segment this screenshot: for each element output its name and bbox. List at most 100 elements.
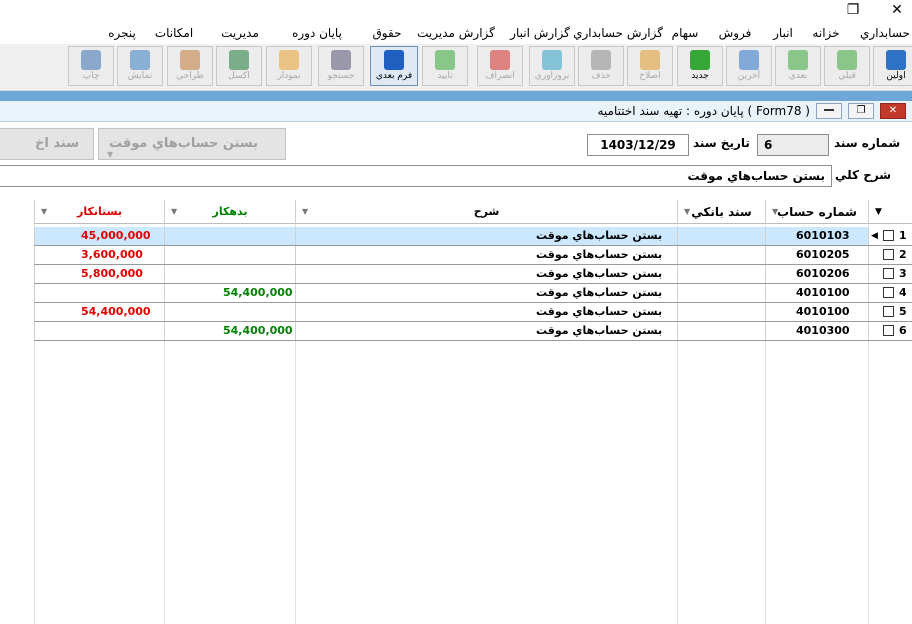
table-row[interactable]: 5,800,000 بستن حساب‌هاي موقت 6010206 3 [34, 265, 912, 284]
toolbar-button[interactable]: اصلاح [627, 46, 673, 86]
window-frame-strip [0, 91, 912, 101]
credit-cell: 54,400,000 [34, 303, 164, 321]
description-cell: بستن حساب‌هاي موقت [295, 303, 677, 321]
credit-cell [34, 322, 164, 340]
toolbar-button[interactable]: جستجو [318, 46, 364, 86]
table-row[interactable]: 54,400,000 بستن حساب‌هاي موقت 4010100 5 [34, 303, 912, 322]
row-checkbox[interactable] [883, 325, 894, 336]
toolbar-button[interactable]: قبلي [824, 46, 870, 86]
toolbar-button[interactable]: انصراف [477, 46, 523, 86]
menu-item[interactable]: انبار [773, 24, 793, 42]
table-row[interactable]: 45,000,000 بستن حساب‌هاي موقت 6010103 1 ◀ [34, 227, 912, 246]
toolbar-button-label: تاييد [437, 71, 453, 81]
dropdown-arrow-icon: ▼ [107, 150, 114, 159]
debit-cell [164, 227, 295, 245]
row-selector[interactable]: 1 ◀ [868, 227, 912, 245]
menu-item[interactable]: گزارش حسابداري [573, 24, 663, 42]
doc-date-field[interactable]: 1403/12/29 [587, 134, 689, 156]
pencil-icon [640, 50, 660, 70]
toolbar-button[interactable]: اكسل [216, 46, 262, 86]
toolbar-button[interactable]: جديد [677, 46, 723, 86]
doc-type2-dropdown[interactable]: سند اخ [0, 128, 94, 160]
menu-item[interactable]: حسابداري [860, 24, 910, 42]
app-title-bar [0, 0, 912, 20]
row-selector[interactable]: 3 [868, 265, 912, 283]
doc-number-field[interactable]: 6 [757, 134, 829, 156]
toolbar-button[interactable]: اولين [873, 46, 912, 86]
row-checkbox[interactable] [883, 249, 894, 260]
toolbar-button[interactable]: چاپ [68, 46, 114, 86]
column-header-bank-doc[interactable]: سند بانكي ▼ [677, 200, 765, 224]
restore-window-button[interactable]: ❐ [838, 0, 868, 20]
next-form-icon [384, 50, 404, 70]
row-checkbox[interactable] [883, 287, 894, 298]
row-selector[interactable]: 2 [868, 246, 912, 264]
toolbar-button-label: اكسل [228, 71, 250, 81]
table-row[interactable]: 54,400,000 بستن حساب‌هاي موقت 4010300 6 [34, 322, 912, 341]
row-number: 4 [899, 286, 907, 299]
debit-cell [164, 246, 295, 264]
toolbar-button-label: انصراف [485, 71, 515, 81]
child-restore-button[interactable]: ❐ [848, 103, 874, 119]
restore-icon: ❐ [846, 2, 860, 18]
column-header-debit[interactable]: بدهكار ▼ [164, 200, 295, 224]
column-header-credit[interactable]: بستانكار ▼ [34, 200, 164, 224]
preview-icon [130, 50, 150, 70]
filter-arrow-icon: ▼ [684, 207, 691, 216]
plus-icon [690, 50, 710, 70]
menu-item[interactable]: سهام [672, 24, 699, 42]
doc-type-dropdown[interactable]: بستن حساب‌هاي موقت ▼ [98, 128, 286, 160]
toolbar-button[interactable]: آخرين [726, 46, 772, 86]
toolbar-button[interactable]: فرم بعدي [370, 46, 418, 86]
doc-date-label: تاريخ سند [693, 136, 750, 150]
child-minimize-button[interactable] [816, 103, 842, 119]
row-checkbox[interactable] [883, 230, 894, 241]
menu-item[interactable]: مديريت [221, 24, 259, 42]
doc-type2-value: سند اخ [35, 136, 79, 151]
last-arrow-icon [739, 50, 759, 70]
menu-item[interactable]: گزارش مديريت [417, 24, 495, 42]
menu-item[interactable]: پايان دوره [292, 24, 342, 42]
column-header-account[interactable]: شماره حساب ▼ [765, 200, 868, 224]
menu-item[interactable]: فروش [719, 24, 752, 42]
menu-item[interactable]: پنجره [108, 24, 136, 42]
row-selector[interactable]: 5 [868, 303, 912, 321]
brush-icon [180, 50, 200, 70]
debit-cell: 54,400,000 [164, 284, 295, 302]
toolbar-button[interactable]: نمايش [117, 46, 163, 86]
row-selector[interactable]: 4 [868, 284, 912, 302]
close-window-button[interactable]: ✕ [882, 0, 912, 20]
account-cell: 4010300 [765, 322, 868, 340]
close-icon: ✕ [891, 2, 903, 18]
debit-cell [164, 265, 295, 283]
menu-item[interactable]: امكانات [155, 24, 193, 42]
description-cell: بستن حساب‌هاي موقت [295, 246, 677, 264]
credit-cell: 45,000,000 [34, 227, 164, 245]
select-all-header[interactable]: ▼ [868, 200, 912, 224]
description-field[interactable]: بستن حساب‌هاي موقت [0, 165, 832, 187]
account-cell: 4010100 [765, 303, 868, 321]
column-header-description[interactable]: شرح ▼ [295, 200, 677, 224]
toolbar-button[interactable]: تاييد [422, 46, 468, 86]
menu-item[interactable]: خزانه [812, 24, 839, 42]
row-selector[interactable]: 6 [868, 322, 912, 340]
toolbar-button[interactable]: بروزاوري [529, 46, 575, 86]
toolbar-button[interactable]: نمودار [266, 46, 312, 86]
first-arrow-icon [886, 50, 906, 70]
toolbar-button-label: اولين [886, 71, 906, 81]
toolbar-button[interactable]: بعدي [775, 46, 821, 86]
toolbar-button[interactable]: حذف [578, 46, 624, 86]
child-close-button[interactable]: ✕ [880, 103, 906, 119]
row-number: 1 [899, 229, 907, 242]
table-row[interactable]: 54,400,000 بستن حساب‌هاي موقت 4010100 4 [34, 284, 912, 303]
row-checkbox[interactable] [883, 268, 894, 279]
account-cell: 6010205 [765, 246, 868, 264]
restore-icon: ❐ [856, 105, 866, 116]
row-number: 6 [899, 324, 907, 337]
toolbar-button[interactable]: طراحي [167, 46, 213, 86]
table-row[interactable]: 3,600,000 بستن حساب‌هاي موقت 6010205 2 [34, 246, 912, 265]
row-checkbox[interactable] [883, 306, 894, 317]
menu-item[interactable]: حقوق [373, 24, 402, 42]
menu-item[interactable]: گزارش انبار [510, 24, 570, 42]
next-arrow-icon [788, 50, 808, 70]
